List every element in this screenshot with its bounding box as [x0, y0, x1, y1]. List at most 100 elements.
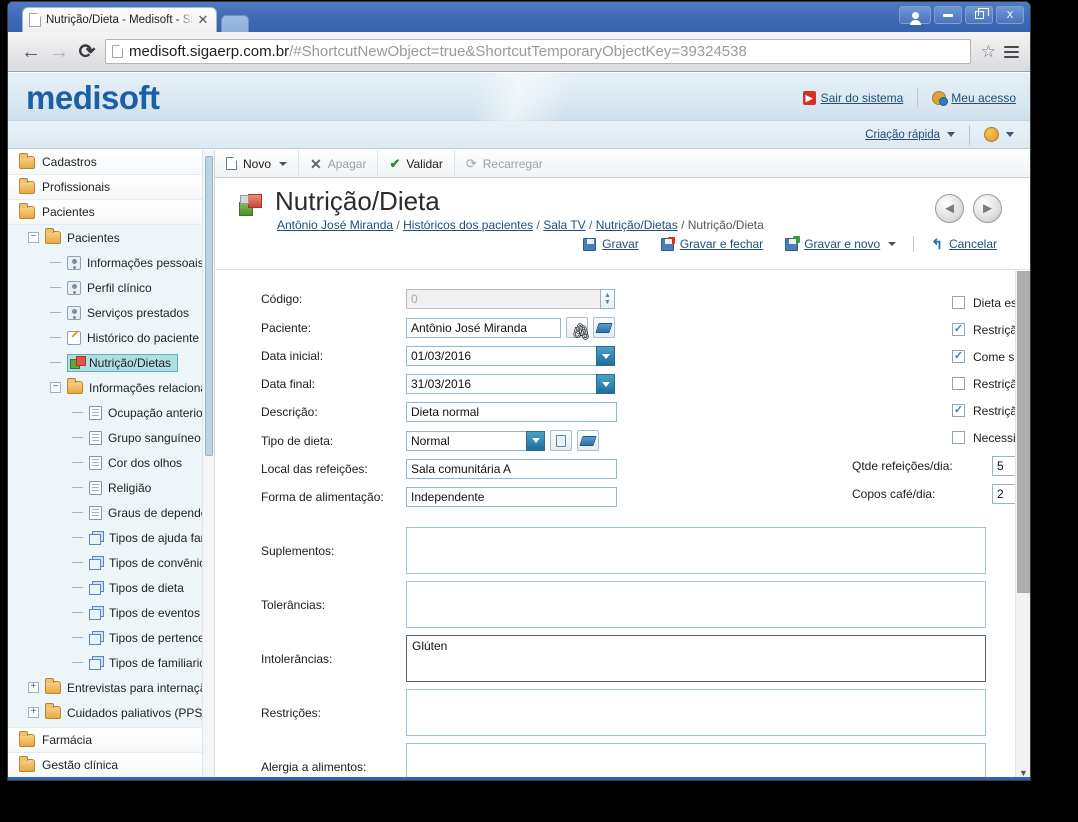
- stepper-down-icon[interactable]: ▼: [604, 299, 611, 306]
- chevron-down-icon[interactable]: [888, 242, 897, 246]
- tipo-de-dieta-select[interactable]: Normal: [406, 430, 527, 451]
- brand-links: ▶ Sair do sistema Meu acesso: [802, 88, 1016, 108]
- come-sozinho-checkbox[interactable]: ✓: [952, 350, 965, 363]
- maximize-button[interactable]: [965, 6, 993, 24]
- close-window-button[interactable]: X: [996, 6, 1024, 24]
- dieta-especial-checkbox[interactable]: [952, 296, 965, 309]
- tree-node-nutricao-dietas[interactable]: Nutrição/Dietas: [8, 350, 214, 375]
- tree-node-tipos-de-eventos[interactable]: Tipos de eventos: [8, 600, 214, 625]
- breadcrumb-link-patient[interactable]: Antônio José Miranda: [277, 218, 393, 232]
- tipo-de-dieta-dropdown-button[interactable]: [526, 430, 545, 451]
- breadcrumb-link-historicos[interactable]: Históricos dos pacientes: [403, 218, 533, 232]
- data-final-input[interactable]: 31/03/2016: [406, 374, 597, 394]
- delete-button[interactable]: ✕ Apagar: [299, 150, 379, 177]
- paciente-input[interactable]: Antônio José Miranda: [406, 317, 561, 338]
- logout-link[interactable]: ▶ Sair do sistema: [802, 91, 903, 105]
- new-tab-button[interactable]: [221, 15, 249, 32]
- expand-icon[interactable]: +: [28, 707, 39, 718]
- paciente-clear-button[interactable]: [593, 317, 615, 338]
- stepper-up-icon[interactable]: ▲: [604, 292, 611, 299]
- content-scrollbar[interactable]: ▼: [1015, 271, 1030, 780]
- close-tab-icon[interactable]: ✕: [196, 12, 210, 28]
- tree-node-tipos-de-familiaridade[interactable]: Tipos de familiarida: [8, 650, 214, 675]
- stack-icon: [89, 581, 104, 595]
- back-icon[interactable]: ←: [17, 42, 45, 62]
- tree-node-pacientes[interactable]: − Pacientes: [8, 225, 214, 250]
- tipo-de-dieta-clear-button[interactable]: [577, 430, 599, 451]
- sidebar-item-profissionais[interactable]: Profissionais: [8, 175, 214, 200]
- breadcrumb-link-nutricao-dietas[interactable]: Nutrição/Dietas: [596, 218, 678, 232]
- new-button[interactable]: Novo: [215, 150, 300, 177]
- previous-record-button[interactable]: ◄: [935, 194, 964, 223]
- expand-icon[interactable]: +: [28, 682, 39, 693]
- local-refeicoes-input[interactable]: Sala comunitária A: [406, 459, 617, 479]
- data-inicial-input[interactable]: 01/03/2016: [406, 346, 597, 366]
- save-button[interactable]: Gravar: [572, 237, 650, 251]
- bookmark-star-icon[interactable]: ☆: [981, 42, 996, 62]
- tree-node-historico-do-paciente[interactable]: Histórico do paciente: [8, 325, 214, 350]
- tree-node-informacoes-relacionadas[interactable]: − Informações relacionad: [8, 375, 214, 400]
- tree-node-label: Tipos de familiarida: [109, 655, 213, 670]
- tree-node-cuidados-paliativos[interactable]: + Cuidados paliativos (PPS): [8, 700, 214, 725]
- sidebar-scrollbar[interactable]: [202, 150, 214, 780]
- data-inicial-calendar-button[interactable]: [596, 346, 615, 366]
- minimize-button[interactable]: [934, 6, 962, 24]
- collapse-icon[interactable]: −: [50, 382, 61, 393]
- tree-node-entrevistas-para-internacao[interactable]: + Entrevistas para internaçã: [8, 675, 214, 700]
- next-record-button[interactable]: ►: [973, 194, 1002, 223]
- tree-node-grupo-sanguineo[interactable]: Grupo sanguíneo: [8, 425, 214, 450]
- tree-node-informacoes-pessoais[interactable]: Informações pessoais: [8, 250, 214, 275]
- forma-alimentacao-input[interactable]: Independente: [406, 487, 617, 507]
- sidebar-scrollbar-thumb[interactable]: [205, 156, 213, 456]
- suplementos-textarea[interactable]: [406, 527, 986, 574]
- reload-button[interactable]: ⟳ Recarregar: [455, 150, 554, 177]
- address-bar[interactable]: medisoft.sigaerp.com.br /#ShortcutNewObj…: [105, 39, 971, 64]
- restricao-alcool-checkbox[interactable]: ✓: [952, 323, 965, 336]
- restricoes-textarea[interactable]: [406, 689, 986, 736]
- sidebar-item-gestao-clinica[interactable]: Gestão clínica: [8, 753, 214, 778]
- browser-tab[interactable]: Nutrição/Dieta - Medisoft - Si ✕: [22, 7, 217, 32]
- descricao-label: Descrição:: [261, 405, 318, 419]
- paciente-lookup-button[interactable]: 🖇: [566, 317, 591, 341]
- cancel-button[interactable]: ↰ Cancelar: [920, 237, 1008, 251]
- tree-node-tipos-de-ajuda-familiar[interactable]: Tipos de ajuda fam: [8, 525, 214, 550]
- theme-menu[interactable]: [984, 127, 1014, 142]
- tree-node-religiao[interactable]: Religião: [8, 475, 214, 500]
- chevron-down-icon[interactable]: [279, 161, 288, 166]
- tree-node-perfil-clinico[interactable]: Perfil clínico: [8, 275, 214, 300]
- data-final-calendar-button[interactable]: [596, 374, 615, 394]
- tree-node-servicos-prestados[interactable]: Serviços prestados: [8, 300, 214, 325]
- tree-node-tipos-de-dieta[interactable]: Tipos de dieta: [8, 575, 214, 600]
- save-and-new-button[interactable]: Gravar e novo: [774, 235, 907, 251]
- browser-menu-icon[interactable]: [1004, 45, 1019, 58]
- content-scrollbar-thumb[interactable]: [1017, 271, 1030, 593]
- codigo-stepper[interactable]: ▲ ▼: [600, 289, 615, 309]
- user-profile-button[interactable]: [899, 6, 931, 25]
- sidebar-item-pacientes[interactable]: Pacientes: [8, 200, 214, 225]
- tree-node-tipos-de-convenio[interactable]: Tipos de convênio: [8, 550, 214, 575]
- collapse-icon[interactable]: −: [28, 232, 39, 243]
- forward-icon[interactable]: →: [45, 42, 73, 62]
- tree-node-ocupacao-anterior[interactable]: Ocupação anterior: [8, 400, 214, 425]
- sidebar-item-farmacia[interactable]: Farmácia: [8, 728, 214, 753]
- save-and-close-button[interactable]: Gravar e fechar: [650, 236, 774, 251]
- breadcrumb-link-sala-tv[interactable]: Sala TV: [543, 218, 585, 232]
- restricao-acucar-checkbox[interactable]: [952, 377, 965, 390]
- validate-button[interactable]: ✔ Validar: [378, 150, 455, 177]
- codigo-input[interactable]: 0: [406, 289, 601, 309]
- restricao-sal-checkbox[interactable]: ✓: [952, 404, 965, 417]
- tolerancias-textarea[interactable]: [406, 581, 986, 628]
- my-access-link[interactable]: Meu acesso: [932, 91, 1016, 106]
- necessita-reeducacao-checkbox[interactable]: [952, 431, 965, 444]
- reload-icon[interactable]: ⟳: [73, 39, 101, 64]
- sidebar-item-cadastros[interactable]: Cadastros: [8, 150, 214, 175]
- tipo-de-dieta-new-button[interactable]: [550, 430, 572, 451]
- intolerancias-textarea[interactable]: Glúten: [406, 635, 986, 682]
- tree-node-cor-dos-olhos[interactable]: Cor dos olhos: [8, 450, 214, 475]
- quick-create-menu[interactable]: Criação rápida: [865, 129, 955, 141]
- alergia-alimentos-textarea[interactable]: [406, 743, 986, 780]
- descricao-input[interactable]: Dieta normal: [406, 402, 617, 422]
- tree-node-graus-de-dependencia[interactable]: Graus de dependê: [8, 500, 214, 525]
- tree-node-tipos-de-pertences[interactable]: Tipos de pertence: [8, 625, 214, 650]
- folder-icon: [45, 678, 61, 694]
